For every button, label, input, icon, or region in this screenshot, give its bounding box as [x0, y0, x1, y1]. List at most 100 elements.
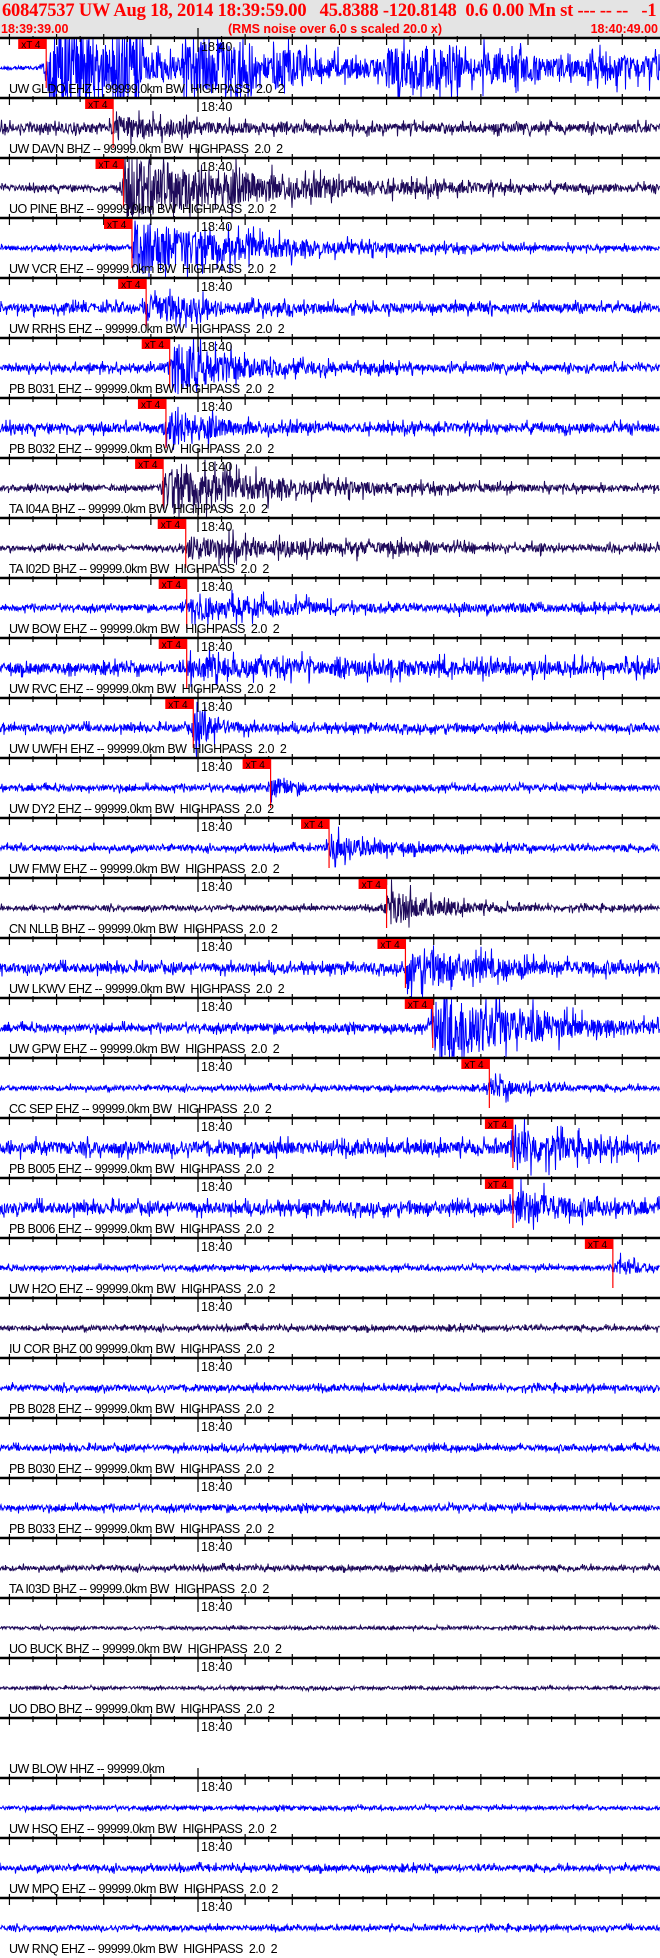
time-tick-label: 18:40	[201, 40, 232, 54]
station-label: TA I02D BHZ -- 99999.0km BW HIGHPASS 2.0…	[9, 562, 269, 576]
time-tick-label: 18:40	[201, 700, 232, 714]
pick-label: xT 4	[107, 220, 127, 231]
time-tick-label: 18:40	[201, 940, 232, 954]
waveform-trace	[0, 1623, 660, 1633]
station-label: TA I04A BHZ -- 99999.0km BW HIGHPASS 2.0…	[9, 502, 268, 516]
station-label: CC SEP EHZ -- 99999.0km BW HIGHPASS 2.0 …	[9, 1102, 272, 1116]
station-label: UW FMW EHZ -- 99999.0km BW HIGHPASS 2.0 …	[9, 862, 280, 876]
station-panel: 18:40 xT 4 UO PINE BHZ -- 99999.0km BW HIG…	[0, 148, 660, 219]
time-tick-label: 18:40	[201, 1540, 232, 1554]
waveform-trace	[0, 1073, 660, 1103]
station-panel: 18:40 PB B033 EHZ -- 99999.0km BW HIGHPAS…	[0, 1468, 660, 1538]
waveform-trace	[0, 1252, 660, 1275]
station-label: UO PINE BHZ -- 99999.0km BW HIGHPASS 2.0…	[9, 202, 276, 216]
time-tick-label: 18:40	[201, 1360, 232, 1374]
pick-label: xT 4	[588, 1240, 608, 1251]
station-label: UW UWFH EHZ -- 99999.0km BW HIGHPASS 2.0…	[9, 742, 287, 756]
station-label: UO BUCK BHZ -- 99999.0km BW HIGHPASS 2.0…	[9, 1642, 282, 1656]
waveform-trace	[0, 1322, 660, 1334]
station-label: UW DAVN BHZ -- 99999.0km BW HIGHPASS 2.0…	[9, 142, 283, 156]
pick-label: xT 4	[162, 640, 182, 651]
station-panel: 18:40 xT 4 UW LKWV EHZ -- 99999.0km BW HIG…	[0, 928, 660, 998]
pick-label: xT 4	[145, 340, 165, 351]
station-label: UW RRHS EHZ -- 99999.0km BW HIGHPASS 2.0…	[9, 322, 285, 336]
station-label: UW RNQ EHZ -- 99999.0km BW HIGHPASS 2.0 …	[9, 1942, 278, 1956]
station-panel: 18:40 xT 4 UW FMW EHZ -- 99999.0km BW HIGH…	[0, 808, 660, 878]
station-panel: 18:40 xT 4 TA I04A BHZ -- 99999.0km BW HIG…	[0, 448, 660, 518]
time-tick-label: 18:40	[201, 1240, 232, 1254]
station-panel: 18:40 UO DBO BHZ -- 99999.0km BW HIGHPASS…	[0, 1648, 660, 1718]
station-label: UW RVC EHZ -- 99999.0km BW HIGHPASS 2.0 …	[9, 682, 276, 696]
time-tick-label: 18:40	[201, 100, 232, 114]
pick-label: xT 4	[380, 940, 400, 951]
time-tick-label: 18:40	[201, 1720, 232, 1734]
waveform-trace	[0, 646, 660, 687]
station-label: PB B030 EHZ -- 99999.0km BW HIGHPASS 2.0…	[9, 1462, 274, 1476]
start-time: 18:39:39.00	[1, 22, 69, 36]
time-tick-label: 18:40	[201, 160, 232, 174]
waveform-trace	[0, 1442, 660, 1454]
pick-label: xT 4	[488, 1120, 508, 1131]
pick-label: xT 4	[121, 280, 141, 291]
station-panel: 18:40 PB B028 EHZ -- 99999.0km BW HIGHPAS…	[0, 1348, 660, 1418]
waveform-trace	[0, 826, 660, 868]
station-label: UW LKWV EHZ -- 99999.0km BW HIGHPASS 2.0…	[9, 982, 285, 996]
station-label: PB B028 EHZ -- 99999.0km BW HIGHPASS 2.0…	[9, 1402, 274, 1416]
station-label: PB B033 EHZ -- 99999.0km BW HIGHPASS 2.0…	[9, 1522, 274, 1536]
pick-label: xT 4	[138, 460, 158, 471]
station-panel: 18:40 UW MPQ EHZ -- 99999.0km BW HIGHPASS…	[0, 1828, 660, 1898]
waveform-trace	[0, 1683, 660, 1693]
time-tick-label: 18:40	[201, 1180, 232, 1194]
station-panel: 18:40 UW BLOW HHZ -- 99999.0km	[0, 1708, 660, 1778]
pick-label: xT 4	[408, 1000, 428, 1011]
time-tick-label: 18:40	[201, 1840, 232, 1854]
pick-label: xT 4	[362, 880, 382, 891]
station-panel: 18:40 xT 4 PB B006 EHZ -- 99999.0km BW HIG…	[0, 1168, 660, 1238]
waveform-trace	[0, 1382, 660, 1394]
station-panel: 18:40 xT 4 PB B031 EHZ -- 99999.0km BW HIG…	[0, 328, 660, 398]
station-panel: 18:40 UW RNQ EHZ -- 99999.0km BW HIGHPASS…	[0, 1888, 660, 1958]
time-tick-label: 18:40	[201, 1660, 232, 1674]
time-tick-label: 18:40	[201, 280, 232, 294]
waveform-trace	[0, 1501, 660, 1514]
station-label: UO DBO BHZ -- 99999.0km BW HIGHPASS 2.0 …	[9, 1702, 275, 1716]
station-panel: 18:40 xT 4 UW VCR EHZ -- 99999.0km BW HIGH…	[0, 208, 660, 278]
station-label: PB B031 EHZ -- 99999.0km BW HIGHPASS 2.0…	[9, 382, 274, 396]
time-tick-label: 18:40	[201, 1780, 232, 1794]
pick-label: xT 4	[488, 1180, 508, 1191]
scaling-note: (RMS noise over 6.0 s scaled 20.0 x)	[228, 22, 442, 36]
station-panel: 18:40 UO BUCK BHZ -- 99999.0km BW HIGHPAS…	[0, 1588, 660, 1658]
waveform-trace	[0, 110, 660, 146]
station-panel: 18:40 xT 4 PB B005 EHZ -- 99999.0km BW HIG…	[0, 1108, 660, 1178]
time-tick-label: 18:40	[201, 460, 232, 474]
station-panel: 18:40 xT 4 CN NLLB BHZ -- 99999.0km BW HIG…	[0, 868, 660, 938]
pick-label: xT 4	[21, 40, 41, 51]
pick-label: xT 4	[162, 580, 182, 591]
station-label: UW VCR EHZ -- 99999.0km BW HIGHPASS 2.0 …	[9, 262, 276, 276]
waveform-trace	[0, 777, 660, 803]
station-label: UW GPW EHZ -- 99999.0km BW HIGHPASS 2.0 …	[9, 1042, 280, 1056]
time-tick-label: 18:40	[201, 1060, 232, 1074]
station-panel: 18:40 xT 4 UW DAVN BHZ -- 99999.0km BW HIG…	[0, 88, 660, 158]
waveform-trace	[0, 589, 660, 626]
time-tick-label: 18:40	[201, 220, 232, 234]
pick-label: xT 4	[464, 1060, 484, 1071]
time-tick-label: 18:40	[201, 580, 232, 594]
time-tick-label: 18:40	[201, 1900, 232, 1914]
station-label: UW BOW EHZ -- 99999.0km BW HIGHPASS 2.0 …	[9, 622, 280, 636]
waveform-trace	[0, 528, 660, 567]
station-label: UW DY2 EHZ -- 99999.0km BW HIGHPASS 2.0 …	[9, 802, 274, 816]
waveform-trace	[0, 1562, 660, 1574]
station-panel: 18:40 xT 4 UW BOW EHZ -- 99999.0km BW HIGH…	[0, 568, 660, 638]
end-time: 18:40:49.00	[590, 22, 658, 36]
time-tick-label: 18:40	[201, 820, 232, 834]
station-panel: 18:40 xT 4 UW UWFH EHZ -- 99999.0km BW HIG…	[0, 688, 660, 758]
station-label: UW GLDO EHZ -- 99999.0km BW HIGHPASS 2.0…	[9, 82, 285, 96]
time-tick-label: 18:40	[201, 1600, 232, 1614]
station-label: IU COR BHZ 00 99999.0km BW HIGHPASS 2.0 …	[9, 1342, 275, 1356]
station-label: UW H2O EHZ -- 99999.0km BW HIGHPASS 2.0 …	[9, 1282, 276, 1296]
station-panel: 18:40 PB B030 EHZ -- 99999.0km BW HIGHPAS…	[0, 1408, 660, 1478]
station-panel: 18:40 xT 4 UW DY2 EHZ -- 99999.0km BW HIGH…	[0, 748, 660, 818]
station-label: UW BLOW HHZ -- 99999.0km	[9, 1762, 165, 1776]
pick-label: xT 4	[246, 760, 266, 771]
